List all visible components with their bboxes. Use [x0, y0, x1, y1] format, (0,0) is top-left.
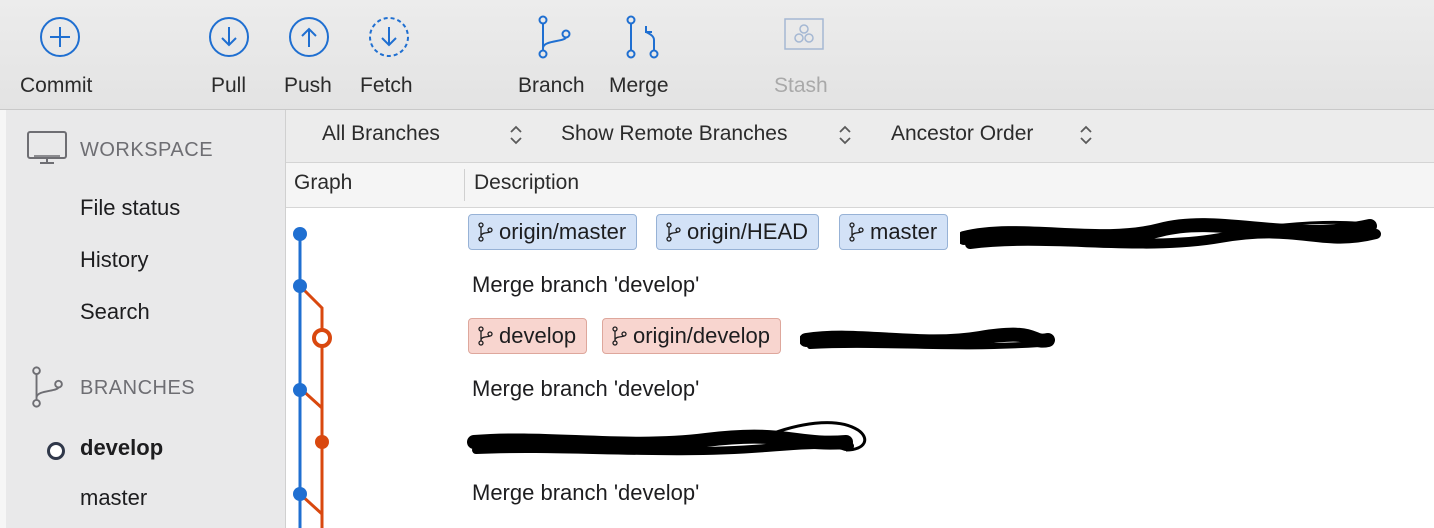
branch-icon: [849, 222, 864, 242]
remote-branches-dropdown[interactable]: Show Remote Branches: [561, 122, 787, 146]
merge-icon: [626, 15, 659, 59]
stash-label: Stash: [774, 74, 828, 97]
column-separator[interactable]: [464, 169, 465, 201]
sidebar-item-file-status[interactable]: File status: [80, 195, 180, 221]
fetch-button[interactable]: Fetch: [360, 0, 413, 109]
updown-chevron-icon[interactable]: [1079, 124, 1093, 146]
commit-message: Merge branch 'develop': [472, 480, 700, 505]
merge-button[interactable]: Merge: [609, 0, 669, 109]
updown-chevron-icon[interactable]: [838, 124, 852, 146]
branches-filter-dropdown[interactable]: All Branches: [322, 122, 440, 146]
branch-icon: [666, 222, 681, 242]
commit-list: origin/master origin/HEAD master Merge b…: [286, 208, 1434, 528]
branch-label: Branch: [518, 74, 585, 97]
branches-section-title: BRANCHES: [80, 377, 196, 399]
stash-icon: [784, 18, 824, 50]
pull-button[interactable]: Pull: [206, 0, 252, 109]
branch-tag[interactable]: origin/master: [468, 214, 638, 250]
stash-button[interactable]: Stash: [774, 0, 828, 109]
push-label: Push: [284, 74, 332, 97]
branch-tag-label: master: [870, 219, 938, 244]
commit-row[interactable]: Merge branch 'develop': [286, 364, 1434, 416]
branch-tag[interactable]: origin/HEAD: [656, 214, 820, 250]
column-header: Graph Description: [286, 163, 1434, 208]
updown-chevron-icon[interactable]: [509, 124, 523, 146]
commit-message: Merge branch 'develop': [472, 376, 700, 401]
monitor-icon: [27, 131, 67, 164]
branch-icon: [478, 326, 493, 346]
redaction-scribble: [467, 421, 867, 456]
branch-icon: [478, 222, 493, 242]
plus-circle-icon: [40, 17, 80, 57]
branches-icon: [32, 366, 63, 408]
commit-button[interactable]: Commit: [20, 0, 92, 109]
sidebar-item-history[interactable]: History: [80, 247, 148, 273]
branch-tag[interactable]: master: [839, 214, 949, 250]
fetch-dashed-circle-icon: [369, 17, 409, 57]
commit-row[interactable]: origin/master origin/HEAD master: [286, 208, 1434, 260]
branch-tag-label: develop: [499, 323, 577, 348]
arrow-down-circle-icon: [209, 17, 249, 57]
branch-tag[interactable]: develop: [468, 318, 588, 354]
commit-row[interactable]: Merge branch 'develop': [286, 468, 1434, 520]
commit-row[interactable]: develop origin/develop: [286, 312, 1434, 364]
sidebar: WORKSPACE File status History Search BRA…: [0, 110, 286, 528]
commit-message: Merge branch 'develop': [472, 272, 700, 297]
sidebar-edge: [0, 110, 6, 528]
branch-tag-label: origin/HEAD: [687, 219, 809, 244]
description-column-header[interactable]: Description: [474, 171, 579, 195]
branch-tag-label: origin/develop: [633, 323, 770, 348]
arrow-up-circle-icon: [289, 17, 329, 57]
pull-label: Pull: [211, 74, 247, 97]
sidebar-item-branch-develop[interactable]: develop: [80, 435, 163, 461]
order-dropdown[interactable]: Ancestor Order: [891, 122, 1033, 146]
branch-icon: [612, 326, 627, 346]
commit-label: Commit: [20, 74, 93, 97]
branch-tag[interactable]: origin/develop: [602, 318, 781, 354]
filter-bar: All Branches Show Remote Branches Ancest…: [286, 110, 1434, 163]
redaction-scribble: [960, 218, 1381, 249]
sidebar-item-search[interactable]: Search: [80, 299, 150, 325]
branch-tag-label: origin/master: [499, 219, 627, 244]
commit-row[interactable]: [286, 416, 1434, 468]
push-button[interactable]: Push: [284, 0, 332, 109]
commit-row[interactable]: Merge branch 'develop': [286, 260, 1434, 312]
redaction-scribble: [800, 327, 1055, 350]
merge-label: Merge: [609, 74, 669, 97]
sidebar-item-branch-master[interactable]: master: [80, 485, 147, 511]
graph-column-header[interactable]: Graph: [294, 171, 352, 195]
workspace-section-title: WORKSPACE: [80, 139, 214, 161]
toolbar: Commit Pull Push Fetch Branch Merge Stas…: [0, 0, 1434, 110]
current-branch-indicator: [47, 442, 65, 460]
branch-button[interactable]: Branch: [518, 0, 585, 109]
branch-icon: [538, 15, 571, 59]
fetch-label: Fetch: [360, 74, 413, 97]
